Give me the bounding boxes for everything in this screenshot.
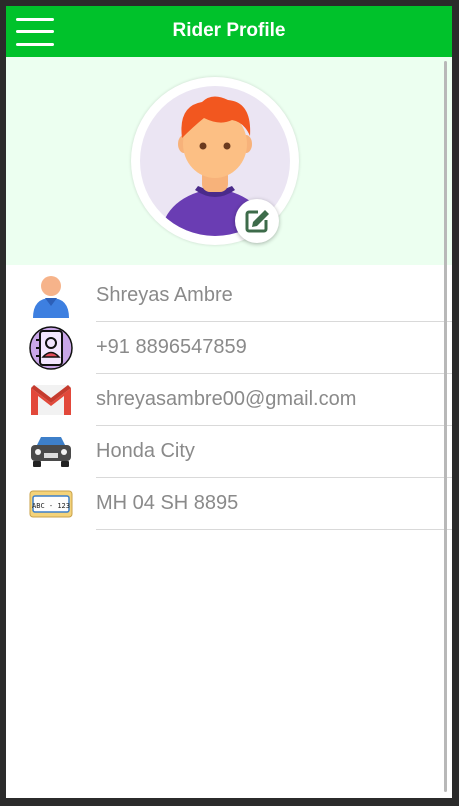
user-icon: [29, 274, 73, 318]
rider-name: Shreyas Ambre: [96, 284, 233, 306]
app-bar: Rider Profile: [6, 6, 452, 57]
gmail-icon: [29, 378, 73, 422]
rider-email: shreyasambre00@gmail.com: [96, 388, 357, 410]
car-icon: [29, 430, 73, 474]
list-item-name: Shreyas Ambre: [6, 270, 452, 322]
edit-profile-button[interactable]: [235, 199, 279, 243]
phone-contact-icon: [29, 326, 73, 370]
list-item-car: Honda City: [6, 426, 452, 478]
svg-text:ABC - 123: ABC - 123: [32, 502, 70, 510]
scrollbar[interactable]: [444, 61, 447, 792]
profile-header: [6, 57, 452, 265]
car-plate-number: MH 04 SH 8895: [96, 492, 239, 514]
list-item-plate: ABC - 123 MH 04 SH 8895: [6, 478, 452, 530]
car-model: Honda City: [96, 440, 195, 462]
rider-phone: +91 8896547859: [96, 336, 247, 358]
page-title: Rider Profile: [172, 20, 286, 41]
edit-pencil-icon: [245, 210, 269, 233]
list-item-email: shreyasambre00@gmail.com: [6, 374, 452, 426]
list-item-phone: +91 8896547859: [6, 322, 452, 374]
screen: Rider Profile Shreyas Ambre +91 88965478…: [6, 6, 452, 798]
divider: [96, 529, 452, 530]
rider-details-list: Shreyas Ambre +91 8896547859 shreyasambr…: [6, 276, 452, 554]
license-plate-icon: ABC - 123: [29, 482, 73, 526]
